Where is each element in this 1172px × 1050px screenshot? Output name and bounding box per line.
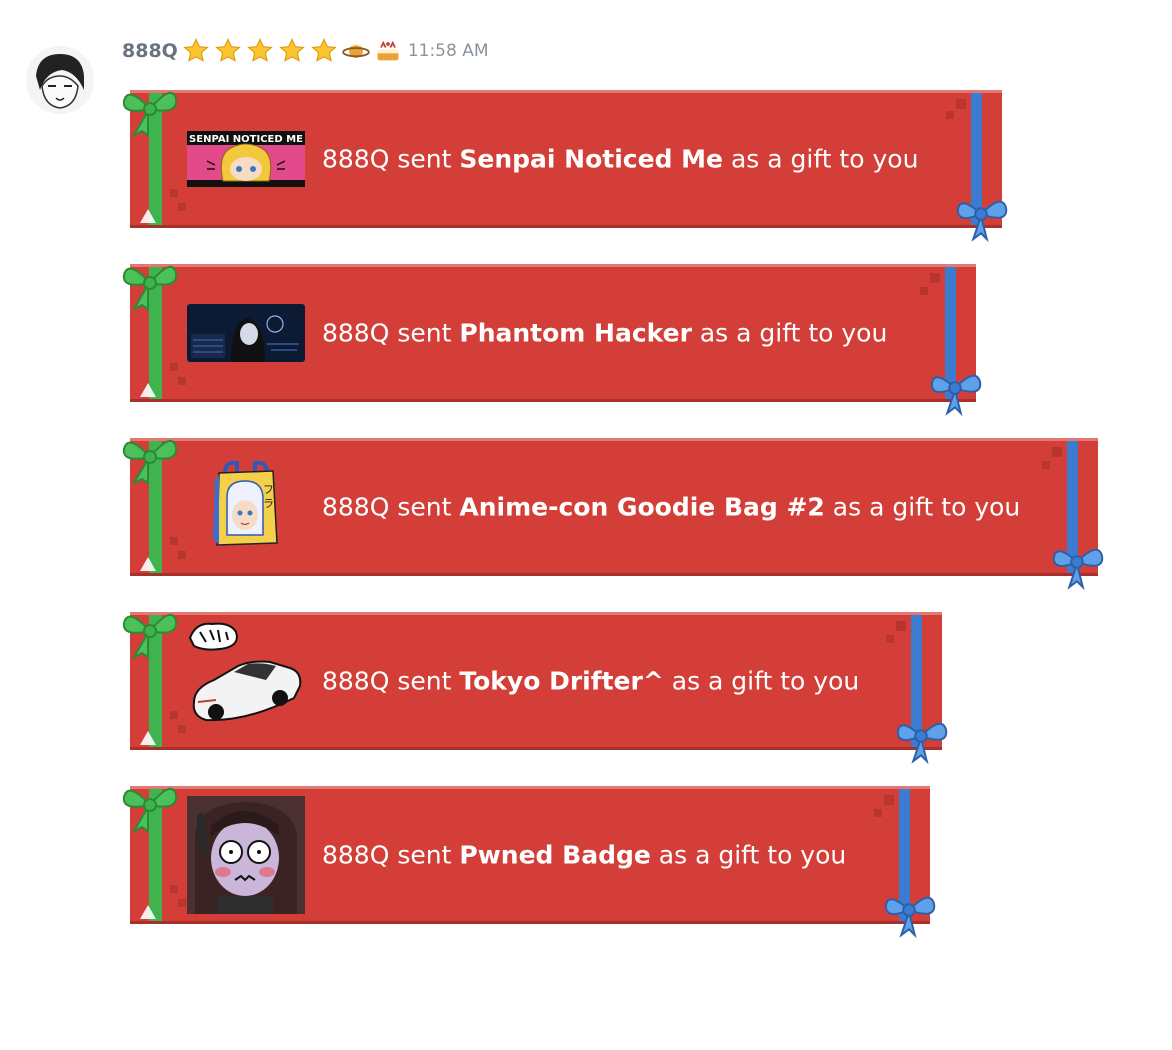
blue-bow-icon (884, 896, 936, 939)
star-icon (214, 37, 242, 65)
gift-message: 888Q sent Pwned Badge as a gift to you (322, 841, 846, 870)
gift-thumbnail (186, 796, 306, 914)
gift-card[interactable]: フ ラ 888Q sent Anime-con Goodie Bag #2 as… (122, 438, 1104, 591)
gift-suffix: as a gift to you (832, 492, 1021, 522)
timestamp: 11:58 AM (407, 41, 489, 61)
gift-item-name[interactable]: Tokyo Drifter^ (459, 667, 663, 696)
gift-suffix: as a gift to you (671, 666, 860, 696)
gift-verb: sent (397, 318, 452, 348)
gift-verb: sent (397, 840, 452, 870)
avatar[interactable] (26, 46, 94, 114)
green-bow-icon (122, 265, 178, 312)
gift-card[interactable]: 888Q sent Tokyo Drifter^ as a gift to yo… (122, 612, 948, 765)
blue-bow-icon (896, 722, 948, 765)
green-bow-icon (122, 613, 178, 660)
svg-text:ラ: ラ (263, 497, 274, 510)
gift-item-name[interactable]: Phantom Hacker (459, 319, 692, 348)
star-icon (246, 37, 274, 65)
gift-card[interactable]: 888Q sent Pwned Badge as a gift to you (122, 786, 936, 939)
gift-message: 888Q sent Phantom Hacker as a gift to yo… (322, 319, 887, 348)
green-bow-icon (122, 787, 178, 834)
svg-text:フ: フ (263, 483, 274, 496)
blue-bow-icon (930, 374, 982, 417)
gift-card[interactable]: SENPAI NOTICED ME 888Q sent Senpai Notic… (122, 90, 1008, 243)
gift-thumbnail (186, 289, 306, 377)
gift-suffix: as a gift to you (730, 144, 919, 174)
gift-message: 888Q sent Senpai Noticed Me as a gift to… (322, 145, 918, 174)
gift-verb: sent (397, 666, 452, 696)
star-icon (182, 37, 210, 65)
green-bow-icon (122, 91, 178, 138)
cake-icon (374, 37, 402, 65)
gift-suffix: as a gift to you (658, 840, 847, 870)
gift-item-name[interactable]: Anime-con Goodie Bag #2 (459, 493, 824, 522)
username[interactable]: 888Q (122, 40, 178, 62)
gift-suffix: as a gift to you (699, 318, 888, 348)
gift-verb: sent (397, 144, 452, 174)
green-bow-icon (122, 439, 178, 486)
gift-sender: 888Q (322, 318, 390, 348)
saturn-icon (342, 37, 370, 65)
gift-sender: 888Q (322, 492, 390, 522)
gift-message: 888Q sent Tokyo Drifter^ as a gift to yo… (322, 667, 859, 696)
gift-sender: 888Q (322, 666, 390, 696)
gift-thumbnail: SENPAI NOTICED ME (186, 115, 306, 203)
gift-thumbnail (186, 622, 306, 725)
gift-thumbnail: フ ラ (186, 460, 306, 551)
star-icon (278, 37, 306, 65)
gift-item-name[interactable]: Senpai Noticed Me (459, 145, 723, 174)
gift-message: 888Q sent Anime-con Goodie Bag #2 as a g… (322, 493, 1020, 522)
gift-verb: sent (397, 492, 452, 522)
blue-bow-icon (1052, 548, 1104, 591)
thumbnail-caption: SENPAI NOTICED ME (189, 134, 303, 145)
message-header: 888Q 11:58 AM (122, 36, 489, 66)
gift-sender: 888Q (322, 144, 390, 174)
blue-bow-icon (956, 200, 1008, 243)
gift-sender: 888Q (322, 840, 390, 870)
gift-card[interactable]: 888Q sent Phantom Hacker as a gift to yo… (122, 264, 982, 417)
star-icon (310, 37, 338, 65)
gift-item-name[interactable]: Pwned Badge (459, 841, 650, 870)
